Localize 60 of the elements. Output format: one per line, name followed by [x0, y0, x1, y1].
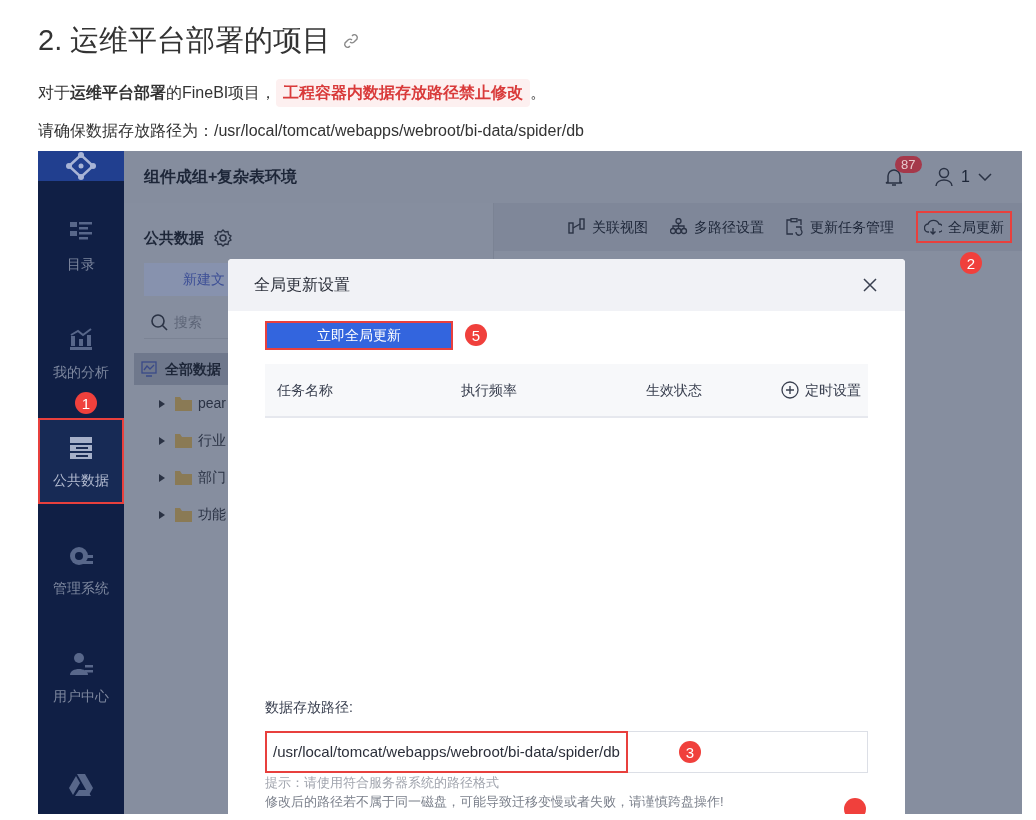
column-header: 生效状态	[646, 380, 703, 400]
schedule-button[interactable]: 定时设置	[781, 379, 861, 401]
sidebar-item[interactable]: 用户中心	[38, 634, 124, 720]
link-view-icon	[568, 218, 586, 236]
paragraph-text: 对于运维平台部署的FineBI项目，	[38, 83, 277, 103]
notification-count: 87	[895, 156, 922, 173]
update-now-button[interactable]: 立即全局更新	[265, 321, 453, 350]
highlighted-warning: 工程容器内数据存放路径禁止修改	[276, 79, 531, 107]
sidebar-item[interactable]: 目录	[38, 202, 124, 288]
tree-item[interactable]: 行业	[134, 422, 228, 459]
paragraph-text: 请确保数据存放路径为：/usr/local/tomcat/webapps/webroot/bi-data/spider/db	[38, 121, 584, 141]
toolbar-button[interactable]: 关联视图	[568, 211, 648, 243]
step-marker: 2	[960, 252, 982, 274]
monitor-chart-icon	[141, 361, 157, 377]
folder-icon	[175, 507, 192, 522]
chevron-down-icon	[978, 173, 992, 181]
path-field[interactable]: /usr/local/tomcat/webapps/webroot/bi-data/spider/db 3	[265, 731, 868, 773]
hierarchy-icon	[670, 218, 688, 236]
user-icon	[68, 651, 94, 677]
sidebar-item[interactable]: 管理系统	[38, 526, 124, 612]
search-icon	[150, 313, 168, 331]
toolbar-button[interactable]: 更新任务管理	[786, 211, 894, 243]
plus-circle-icon	[781, 381, 799, 399]
bell-icon	[885, 167, 904, 187]
triangle-icon	[68, 772, 94, 798]
bar-chart-icon	[68, 327, 94, 353]
column-header: 执行频率	[461, 380, 518, 400]
stacked-bars-icon	[68, 435, 94, 461]
clipboard-refresh-icon	[786, 218, 804, 236]
folder-icon	[175, 433, 192, 448]
field-label: 数据存放路径:	[265, 698, 354, 717]
caret-right-icon	[159, 436, 165, 445]
cloud-refresh-icon	[924, 218, 942, 236]
close-button[interactable]	[863, 277, 879, 293]
step-marker: 3	[679, 741, 701, 763]
user-icon	[935, 167, 954, 187]
logo-icon	[63, 151, 99, 181]
tree-item[interactable]: 部门	[134, 459, 228, 496]
hint-text: 修改后的路径若不属于同一磁盘，可能导致迁移变慢或者失败，请谨慎跨盘操作!	[265, 793, 725, 811]
user-name[interactable]: 1	[961, 165, 970, 189]
tree-item[interactable]: 全部数据	[134, 353, 228, 385]
section-heading: 2. 运维平台部署的项目	[38, 23, 332, 59]
step-marker: 5	[465, 324, 487, 346]
app-title: 组件成组+复杂表环境	[144, 167, 298, 187]
column-header: 任务名称	[276, 380, 334, 400]
close-icon	[863, 278, 877, 292]
caret-right-icon	[159, 473, 165, 482]
caret-right-icon	[159, 510, 165, 519]
panel-title: 公共数据	[144, 227, 204, 248]
caret-right-icon	[159, 399, 165, 408]
link-icon	[343, 33, 360, 49]
step-marker: 1	[75, 392, 97, 414]
tree-item[interactable]: 功能	[134, 496, 228, 533]
tree-item[interactable]: pear	[134, 385, 228, 422]
paragraph-text: 。	[530, 83, 547, 103]
hint-text: 提示：请使用符合服务器系统的路径格式	[265, 774, 500, 792]
settings-icon	[214, 229, 232, 247]
folder-icon	[175, 470, 192, 485]
toolbar-button[interactable]: 多路径设置	[670, 211, 764, 243]
folder-icon	[175, 396, 192, 411]
